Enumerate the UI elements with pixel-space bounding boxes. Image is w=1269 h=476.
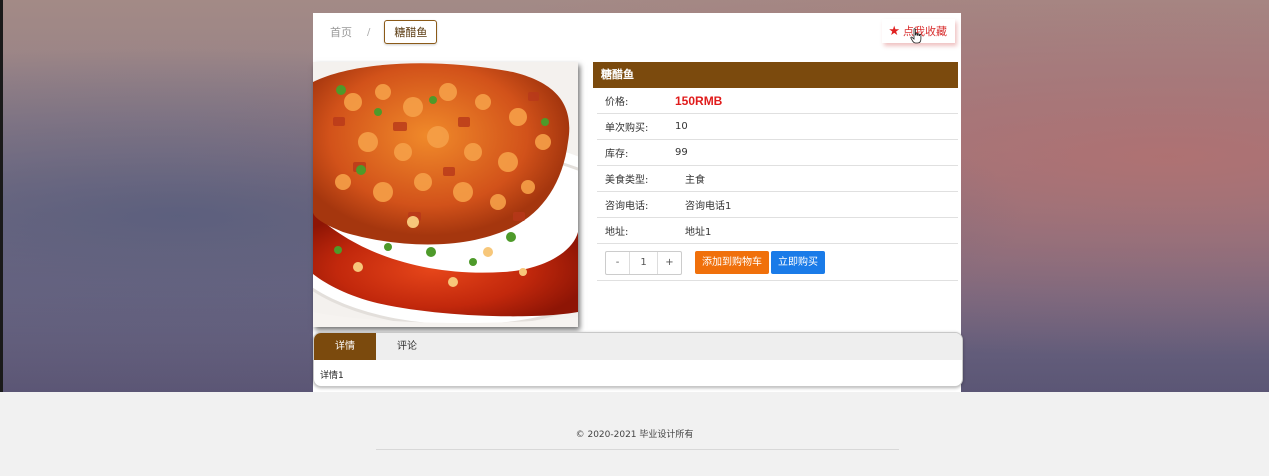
product-image [313, 62, 578, 327]
stock-value: 99 [675, 147, 688, 158]
purchase-actions: - 1 + 添加到购物车 立即购买 [597, 244, 958, 281]
copyright-text: © 2020-2021 毕业设计所有 [575, 430, 694, 440]
address-value: 地址1 [685, 227, 712, 238]
breadcrumb-current: 糖醋鱼 [384, 20, 438, 44]
food-type-row: 美食类型: 主食 [597, 166, 958, 192]
page: 首页 / 糖醋鱼 ★ 点我收藏 糖醋鱼 价格: 150RMB 单次购买: 10 … [0, 0, 1269, 476]
purchase-limit-label: 单次购买: [605, 123, 649, 134]
detail-content: 详情1 [320, 371, 344, 381]
footer-divider [376, 449, 899, 450]
price-value: 150RMB [675, 93, 723, 108]
product-info: 糖醋鱼 价格: 150RMB 单次购买: 10 库存: 99 美食类型: 主食 … [593, 62, 958, 281]
star-icon: ★ [888, 23, 900, 39]
tab-comments[interactable]: 评论 [376, 333, 438, 360]
price-label: 价格: [605, 97, 629, 108]
breadcrumb-separator: / [367, 26, 371, 38]
tab-bar: 详情 评论 [314, 333, 962, 360]
product-title: 糖醋鱼 [593, 62, 958, 88]
product-panel: 首页 / 糖醋鱼 ★ 点我收藏 糖醋鱼 价格: 150RMB 单次购买: 10 … [313, 13, 963, 393]
breadcrumb: 首页 / 糖醋鱼 [330, 20, 438, 44]
food-type-label: 美食类型: [605, 175, 649, 186]
purchase-limit-value: 10 [675, 121, 688, 132]
purchase-limit-row: 单次购买: 10 [597, 114, 958, 140]
phone-row: 咨询电话: 咨询电话1 [597, 192, 958, 218]
address-row: 地址: 地址1 [597, 218, 958, 244]
add-to-cart-button[interactable]: 添加到购物车 [695, 251, 769, 274]
food-type-value: 主食 [685, 175, 705, 186]
quantity-stepper: - 1 + [605, 251, 682, 275]
hand-cursor-icon [910, 28, 922, 44]
breadcrumb-home-link[interactable]: 首页 [330, 24, 352, 40]
detail-tabs: 详情 评论 详情1 [313, 332, 963, 387]
fish-dish-illustration [313, 62, 578, 327]
buy-now-button[interactable]: 立即购买 [771, 251, 825, 274]
phone-label: 咨询电话: [605, 201, 649, 212]
quantity-decrement-button[interactable]: - [606, 252, 629, 274]
stock-label: 库存: [605, 149, 629, 160]
tab-details[interactable]: 详情 [314, 333, 376, 360]
address-label: 地址: [605, 227, 629, 238]
footer: © 2020-2021 毕业设计所有 [0, 392, 1269, 476]
quantity-increment-button[interactable]: + [658, 252, 681, 274]
price-row: 价格: 150RMB [597, 88, 958, 114]
quantity-input[interactable]: 1 [629, 252, 658, 274]
phone-value: 咨询电话1 [685, 201, 732, 212]
stock-row: 库存: 99 [597, 140, 958, 166]
